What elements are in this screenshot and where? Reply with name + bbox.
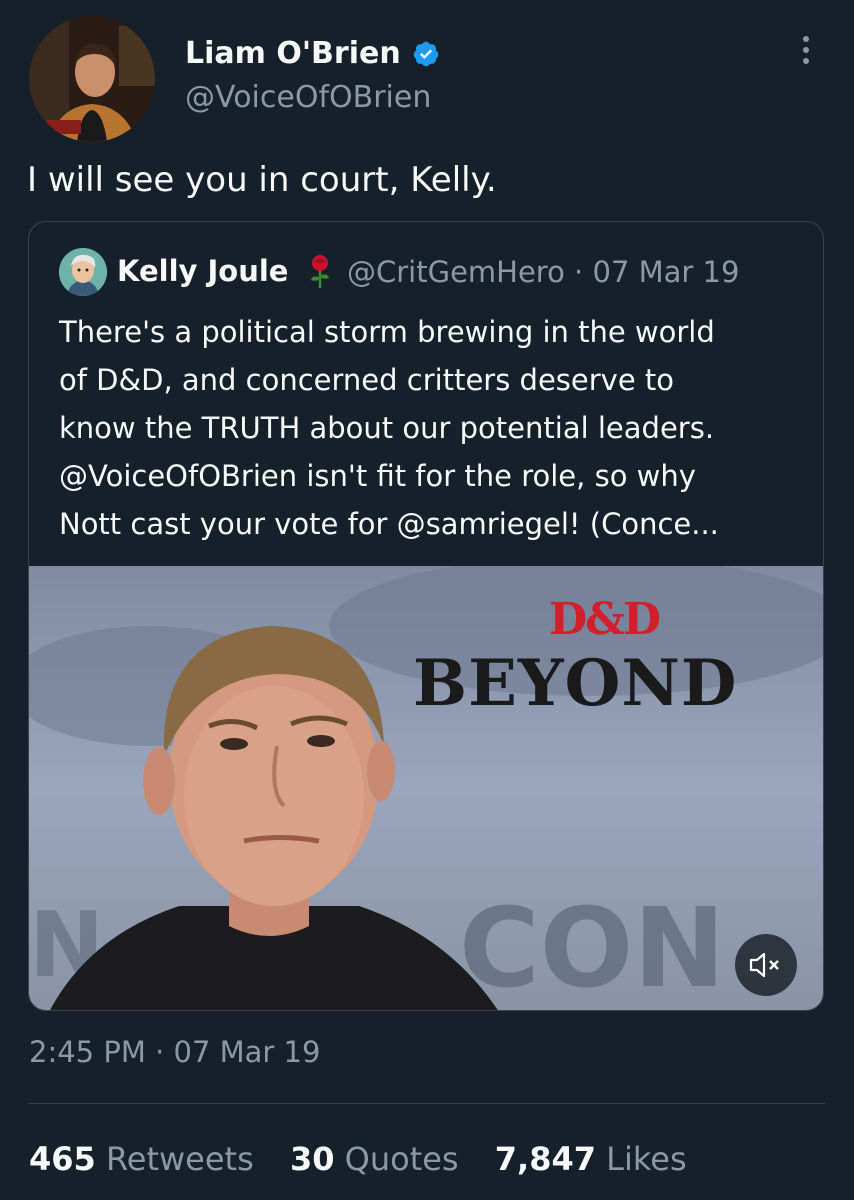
quoted-text-line: of D&D, and concerned critters deserve t… <box>59 363 674 397</box>
quoted-text-line: know the TRUTH about our potential leade… <box>59 411 715 445</box>
quotes-count: 30 <box>289 1140 335 1178</box>
muted-speaker-icon <box>749 952 779 978</box>
video-frame-image: CON N <box>29 566 823 1011</box>
tweet-timestamp[interactable]: 2:45 PM · 07 Mar 19 <box>29 1035 320 1069</box>
author-avatar[interactable] <box>29 16 155 142</box>
quoted-text-line: There's a political storm brewing in the… <box>59 315 715 349</box>
quoted-video-media[interactable]: CON N D&D BEYOND <box>29 566 823 1011</box>
author-avatar-image <box>29 16 155 142</box>
svg-text:CON: CON <box>459 884 725 1011</box>
quoted-text-line: Nott cast your vote for @samriegel! (Con… <box>59 507 719 541</box>
quotes-stat[interactable]: 30 Quotes <box>290 1140 485 1178</box>
likes-stat[interactable]: 7,847 Likes <box>495 1140 713 1178</box>
likes-label: Likes <box>606 1140 687 1178</box>
retweets-stat[interactable]: 465 Retweets <box>29 1140 280 1178</box>
divider <box>29 1103 825 1104</box>
tweet-text: I will see you in court, Kelly. <box>27 160 497 200</box>
quoted-handle-date: @CritGemHero · 07 Mar 19 <box>347 255 740 289</box>
engagement-stats: 465 Retweets 30 Quotes 7,847 Likes <box>29 1140 713 1178</box>
dnd-logo-text: D&D <box>549 594 661 645</box>
beyond-logo-text: BEYOND <box>413 646 738 721</box>
dnd-beyond-logo: D&D <box>549 594 661 645</box>
author-handle[interactable]: @VoiceOfOBrien <box>185 80 431 115</box>
verified-badge-icon <box>413 41 439 67</box>
quoted-avatar-image <box>59 248 107 296</box>
rose-emoji-icon <box>311 255 329 288</box>
quoted-tweet-text: There's a political storm brewing in the… <box>59 308 799 548</box>
quoted-tweet-card[interactable]: Kelly Joule @CritGemHero · 07 Mar 19 The… <box>28 221 824 1011</box>
more-options-icon[interactable] <box>794 36 818 72</box>
retweets-count: 465 <box>29 1140 96 1178</box>
likes-count: 7,847 <box>494 1140 596 1178</box>
mute-toggle-button[interactable] <box>735 934 797 996</box>
quotes-label: Quotes <box>344 1140 459 1178</box>
retweets-label: Retweets <box>105 1140 254 1178</box>
quoted-text-line: @VoiceOfOBrien isn't fit for the role, s… <box>59 459 696 493</box>
quoted-author-name[interactable]: Kelly Joule <box>117 254 288 288</box>
author-name[interactable]: Liam O'Brien <box>185 36 401 71</box>
quoted-author-avatar[interactable] <box>59 248 107 296</box>
